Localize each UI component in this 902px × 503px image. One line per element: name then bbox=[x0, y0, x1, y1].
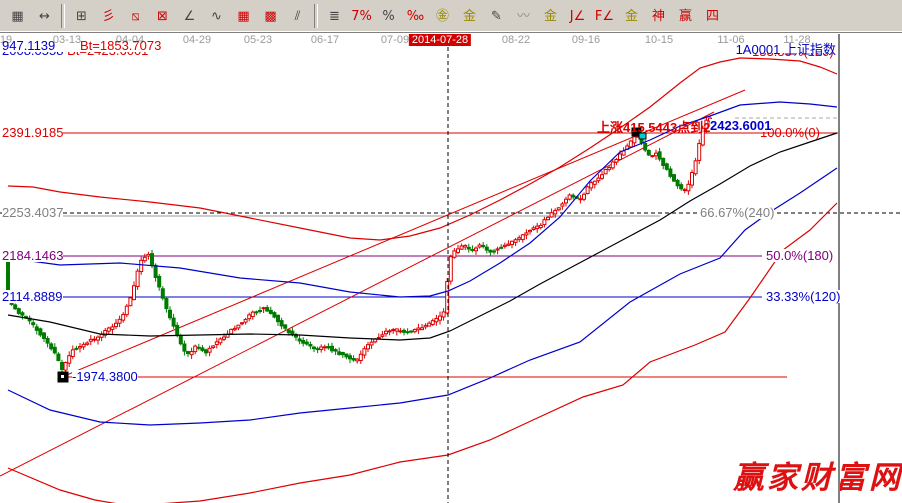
price-level-label-left: 2114.8889 bbox=[2, 290, 63, 303]
price-level-label-left: 2184.1463 bbox=[2, 249, 63, 262]
watermark: 赢家财富网 bbox=[732, 460, 902, 496]
target-annotation: 2423.6001 bbox=[710, 119, 771, 132]
quote-value-blue: 947.1139 bbox=[2, 39, 55, 52]
trend-line-upper bbox=[0, 112, 714, 476]
price-level-label-left: 2391.9185 bbox=[2, 126, 63, 139]
percent-label-66: 66.67%(240) bbox=[700, 206, 774, 219]
percent-label-50: 50.0%(180) bbox=[766, 249, 833, 262]
clipped-percent-text: 133.33%(120) bbox=[752, 53, 847, 58]
quote-bt-value: Bt=1853.7073 bbox=[80, 39, 161, 52]
clipped-quote-value: 2008.0558 bbox=[2, 52, 63, 58]
clipped-quote-row: 2008.0558 Bt=2423.6001 bbox=[2, 52, 252, 58]
price-level-label-left: -1974.3800 bbox=[72, 370, 138, 383]
percent-label-33: 33.33%(120) bbox=[766, 290, 840, 303]
clipped-bt-value: Bt=2423.6001 bbox=[67, 52, 148, 58]
price-level-label-left: 2253.4037 bbox=[2, 206, 63, 219]
chart-canvas[interactable]: 赢家财富网 947.1139 Bt=1853.7073 2008.0558 Bt… bbox=[0, 0, 902, 503]
trend-origin-handle-dot bbox=[61, 375, 64, 378]
selected-date-tick: 2014-07-28 bbox=[409, 34, 471, 46]
lower-band-red bbox=[8, 203, 837, 503]
clipped-percent-label: 133.33%(120) bbox=[752, 53, 847, 59]
middle-ma-black bbox=[8, 133, 837, 340]
